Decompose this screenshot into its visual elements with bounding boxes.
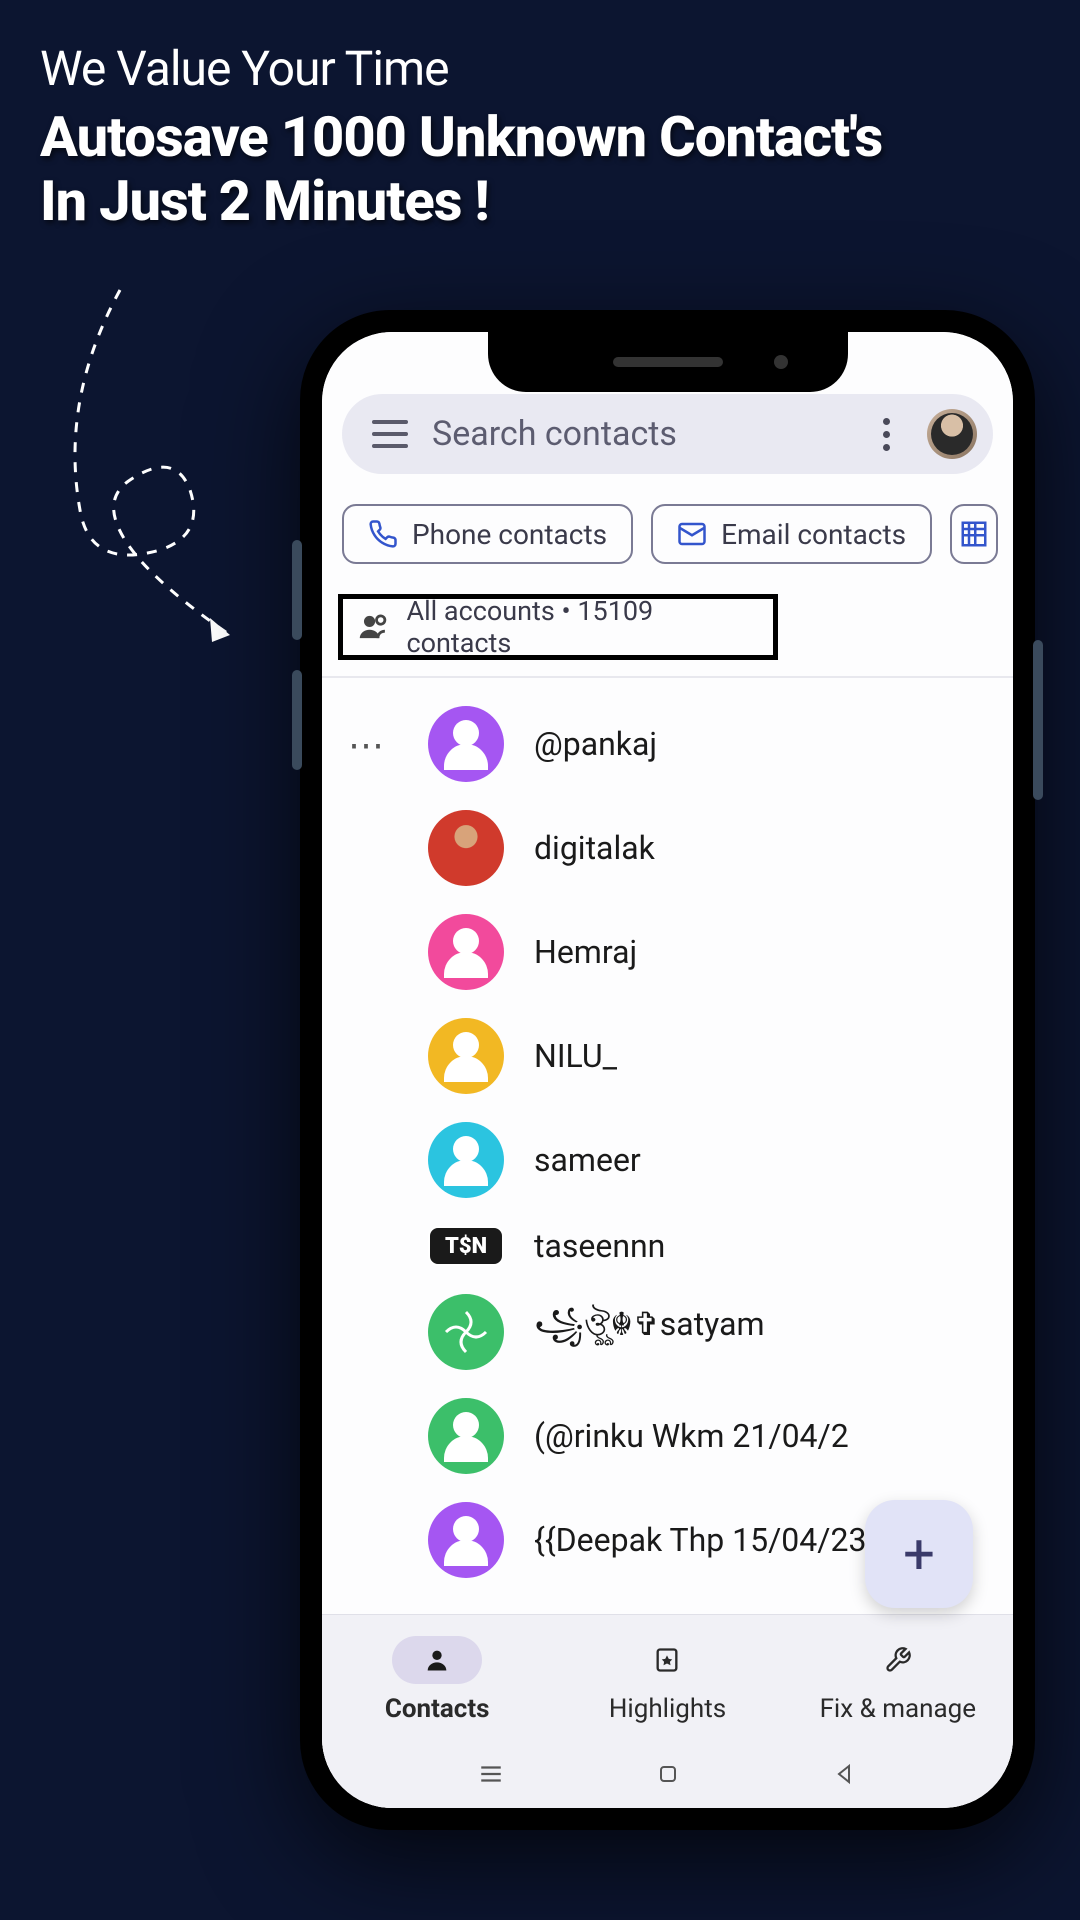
highlights-icon (653, 1646, 681, 1674)
contact-name: {{Deepak Thp 15/04/23 (534, 1521, 866, 1559)
nav-contacts[interactable]: Contacts (322, 1615, 552, 1744)
contact-avatar (428, 706, 504, 782)
profile-avatar[interactable] (927, 409, 977, 459)
contact-row[interactable]: (@rinku Wkm 21/04/2 (322, 1384, 1013, 1488)
search-input[interactable]: Search contacts (432, 414, 839, 454)
contact-name: NILU_ (534, 1037, 617, 1075)
contacts-list[interactable]: ⋯ @pankaj digitalak Hemraj NILU_sameer T$N ta… (322, 678, 1013, 1614)
contact-row[interactable]: digitalak (322, 796, 1013, 900)
accounts-text: All accounts • 15109 contacts (406, 595, 759, 659)
power-button (1033, 640, 1043, 800)
wrench-icon (884, 1646, 912, 1674)
contact-name: ꧁ঔৣ☬✞satyam (534, 1299, 765, 1365)
contact-row[interactable]: NILU_ (322, 1004, 1013, 1108)
contact-avatar (428, 810, 504, 886)
contact-row[interactable]: @pankaj (322, 692, 1013, 796)
marketing-header: We Value Your Time Autosave 1000 Unknown… (0, 0, 1080, 234)
chip-email-label: Email contacts (721, 518, 906, 551)
volume-up-button (292, 540, 302, 640)
contact-avatar: T$N (428, 1226, 504, 1266)
nav-contacts-label: Contacts (385, 1694, 490, 1724)
contact-row[interactable]: ꧁ঔৣ☬✞satyam (322, 1280, 1013, 1384)
contact-name: sameer (534, 1141, 641, 1179)
contact-avatar (428, 914, 504, 990)
contact-row[interactable]: T$N taseennn (322, 1212, 1013, 1280)
contact-row[interactable]: sameer (322, 1108, 1013, 1212)
phone-icon (368, 519, 398, 549)
marketing-headline: Autosave 1000 Unknown Contact's In Just … (40, 105, 1040, 234)
email-icon (677, 519, 707, 549)
chip-company-contacts[interactable] (950, 504, 998, 564)
volume-down-button (292, 670, 302, 770)
add-contact-fab[interactable]: + (865, 1500, 973, 1608)
sys-home-icon[interactable] (656, 1762, 680, 1790)
more-options-icon[interactable] (863, 418, 903, 451)
company-icon (959, 519, 989, 549)
nav-fix-manage[interactable]: Fix & manage (783, 1615, 1013, 1744)
contact-row[interactable]: Hemraj (322, 900, 1013, 1004)
filter-chips: Phone contacts Email contacts (322, 474, 1013, 586)
contact-avatar (428, 1294, 504, 1370)
phone-screen: Search contacts Phone contacts Email con… (322, 332, 1013, 1808)
contact-name: taseennn (534, 1227, 665, 1265)
phone-notch (488, 332, 848, 392)
contacts-icon (423, 1646, 451, 1674)
nav-highlights-label: Highlights (609, 1694, 726, 1724)
people-icon (357, 610, 390, 644)
phone-frame: Search contacts Phone contacts Email con… (300, 310, 1035, 1830)
plus-icon: + (903, 1521, 935, 1587)
accounts-summary[interactable]: All accounts • 15109 contacts (338, 594, 778, 660)
contact-name: Hemraj (534, 933, 637, 971)
contact-avatar (428, 1122, 504, 1198)
contact-avatar (428, 1398, 504, 1474)
headline-line-1: Autosave 1000 Unknown Contact's (40, 104, 882, 170)
sys-recent-icon[interactable] (478, 1761, 504, 1791)
decorative-arrow (30, 280, 260, 620)
contact-avatar (428, 1502, 504, 1578)
contact-name: (@rinku Wkm 21/04/2 (534, 1417, 849, 1455)
chip-phone-label: Phone contacts (412, 518, 607, 551)
sys-back-icon[interactable] (833, 1762, 857, 1790)
contact-name: @pankaj (534, 725, 657, 763)
contact-name: digitalak (534, 829, 655, 867)
system-navigation (322, 1744, 1013, 1808)
chip-phone-contacts[interactable]: Phone contacts (342, 504, 633, 564)
contact-avatar (428, 1018, 504, 1094)
bottom-navigation: Contacts Highlights Fix & manage (322, 1614, 1013, 1744)
headline-line-2: In Just 2 Minutes ! (40, 168, 489, 234)
chip-email-contacts[interactable]: Email contacts (651, 504, 932, 564)
nav-highlights[interactable]: Highlights (552, 1615, 782, 1744)
hamburger-menu-icon[interactable] (372, 420, 408, 448)
search-bar[interactable]: Search contacts (342, 394, 993, 474)
nav-fix-label: Fix & manage (820, 1694, 977, 1724)
list-index-icon[interactable]: ⋯ (348, 724, 386, 766)
marketing-subtitle: We Value Your Time (40, 40, 1040, 97)
